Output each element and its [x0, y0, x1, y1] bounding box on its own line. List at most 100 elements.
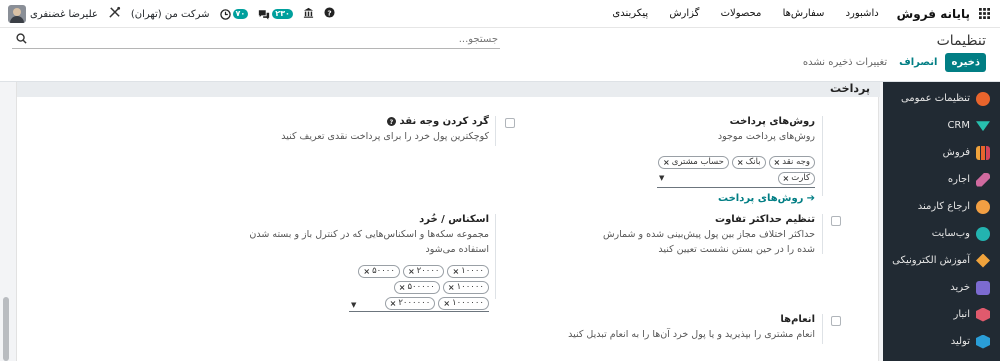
svg-text:?: ?	[390, 119, 394, 126]
dropdown-caret-icon[interactable]: ▼	[659, 174, 664, 182]
systray: علیرضا غضنفری شرکت من (تهران) ۷۰ ۲۳۰ ?	[8, 0, 335, 28]
search-input[interactable]	[38, 31, 498, 47]
tag[interactable]: وجه نقد ×	[768, 156, 815, 169]
sidebar-item-label: فروش	[942, 147, 970, 158]
form-actions: ذخیره انصراف تغییرات ذخیره نشده	[803, 53, 986, 72]
sidebar-item-manufacturing[interactable]: تولید	[883, 328, 1000, 355]
menu-dashboard[interactable]: داشبورد	[846, 8, 879, 19]
max-difference-checkbox[interactable]	[831, 216, 841, 226]
search-icon[interactable]	[16, 33, 27, 47]
coins-bills-field[interactable]: ۱۰۰۰۰ × ۲۰۰۰۰ × ۵۰۰۰۰ × ۱۰۰۰۰۰ × ۵۰۰۰۰۰ × ۱۰۰…	[349, 265, 489, 312]
elearning-icon	[976, 253, 990, 268]
sidebar-item-rental[interactable]: اجاره	[883, 166, 1000, 193]
sidebar-item-referral[interactable]: ارجاع کارمند	[883, 193, 1000, 220]
remove-tag-icon[interactable]: ×	[737, 157, 744, 168]
sidebar-item-label: وب‌سایت	[931, 228, 970, 239]
tag[interactable]: ۱۰۰۰۰۰۰ ×	[438, 297, 489, 310]
tag[interactable]: ۵۰۰۰۰۰ ×	[393, 281, 440, 294]
setting-tips: انعام‌ها انعام مشتری را بپذیرید و یا پول…	[557, 314, 815, 342]
website-icon	[976, 226, 990, 241]
sales-icon	[976, 145, 990, 160]
settings-content[interactable]: پرداخت روش‌های پرداخت روش‌های پرداخت موج…	[0, 82, 883, 361]
debug-tools-icon[interactable]	[108, 6, 121, 22]
company-switcher[interactable]: شرکت من (تهران)	[131, 9, 210, 20]
tag[interactable]: ۱۰۰۰۰۰ ×	[442, 281, 489, 294]
dropdown-caret-icon[interactable]: ▼	[351, 301, 356, 309]
general-settings-icon	[976, 91, 990, 106]
setting-description: مجموعه سکه‌ها و اسکناس‌هایی که در کنترل …	[249, 229, 489, 255]
setting-title: انعام‌ها	[780, 314, 815, 325]
tag[interactable]: ۱۰۰۰۰ ×	[447, 265, 489, 278]
sidebar-item-inventory[interactable]: انبار	[883, 301, 1000, 328]
sidebar-item-label: انبار	[953, 309, 970, 320]
pos-shop-icon[interactable]	[303, 7, 314, 21]
payment-methods-field[interactable]: وجه نقد × بانک × حساب مشتری × کارت × ▼	[657, 156, 815, 188]
sidebar-item-label: تولید	[950, 336, 970, 347]
activity-count-badge: ۷۰	[232, 9, 249, 19]
messages-button[interactable]: ۲۳۰	[258, 9, 293, 20]
user-name: علیرضا غضنفری	[30, 8, 98, 20]
divider	[495, 116, 496, 146]
scrollbar[interactable]	[3, 297, 9, 361]
menu-products[interactable]: محصولات	[721, 8, 762, 19]
cash-rounding-checkbox[interactable]	[505, 118, 515, 128]
setting-coins-bills: اسکناس / خُرد مجموعه سکه‌ها و اسکناس‌های…	[217, 214, 489, 312]
setting-title: اسکناس / خُرد	[419, 214, 489, 225]
settings-sheet: پرداخت روش‌های پرداخت روش‌های پرداخت موج…	[16, 82, 880, 361]
remove-tag-icon[interactable]: ×	[443, 298, 450, 309]
payment-methods-link[interactable]: ➔ روش‌های پرداخت	[657, 193, 815, 204]
menu-configuration[interactable]: پیکربندی	[612, 8, 648, 19]
referral-icon	[976, 199, 990, 214]
sidebar-item-crm[interactable]: CRM	[883, 112, 1000, 139]
arrow-right-icon: ➔	[806, 193, 815, 204]
sidebar-item-elearning[interactable]: آموزش الکترونیکی	[883, 247, 1000, 274]
sidebar-item-website[interactable]: وب‌سایت	[883, 220, 1000, 247]
menu-orders[interactable]: سفارش‌ها	[783, 8, 825, 19]
setting-description: روش‌های پرداخت موجود	[717, 131, 815, 142]
remove-tag-icon[interactable]: ×	[363, 266, 370, 277]
sidebar-item-sales[interactable]: فروش	[883, 139, 1000, 166]
search-bar	[12, 31, 500, 49]
activity-button[interactable]: ۷۰	[219, 8, 249, 20]
setting-payment-methods: روش‌های پرداخت روش‌های پرداخت موجود وجه …	[657, 116, 815, 204]
remove-tag-icon[interactable]: ×	[663, 157, 670, 168]
sidebar-item-label: اجاره	[947, 174, 970, 185]
sidebar-item-label: آموزش الکترونیکی	[892, 255, 970, 266]
menu-reporting[interactable]: گزارش	[669, 8, 699, 19]
tips-checkbox[interactable]	[831, 316, 841, 326]
control-panel: تنظیمات ذخیره انصراف تغییرات ذخیره نشده	[0, 28, 1000, 82]
app-brand[interactable]: پایانه فروش	[897, 7, 970, 21]
remove-tag-icon[interactable]: ×	[783, 173, 790, 184]
unsaved-changes-label: تغییرات ذخیره نشده	[802, 57, 888, 68]
remove-tag-icon[interactable]: ×	[408, 266, 415, 277]
tag[interactable]: ۲۰۰۰۰۰۰ ×	[384, 297, 436, 310]
remove-tag-icon[interactable]: ×	[452, 266, 459, 277]
tag[interactable]: ۲۰۰۰۰ ×	[402, 265, 445, 278]
setting-title: تنظیم حداکثر تفاوت	[715, 214, 815, 225]
user-menu[interactable]: علیرضا غضنفری	[8, 5, 98, 23]
setting-title: گرد کردن وجه نقد	[399, 116, 489, 127]
divider	[822, 314, 823, 344]
remove-tag-icon[interactable]: ×	[390, 298, 397, 309]
tag[interactable]: ۵۰۰۰۰ ×	[358, 265, 400, 278]
tag[interactable]: بانک ×	[731, 156, 766, 169]
sidebar-item-purchase[interactable]: خرید	[883, 274, 1000, 301]
chat-icon	[259, 9, 270, 20]
page-title: تنظیمات	[936, 33, 986, 49]
tag[interactable]: حساب مشتری ×	[658, 156, 729, 169]
purchase-icon	[976, 280, 990, 295]
sidebar-item-general-settings[interactable]: تنظیمات عمومی	[883, 85, 1000, 112]
settings-sidebar: تنظیمات عمومی CRM فروش اجاره ارجاع کارمن…	[883, 82, 1000, 361]
remove-tag-icon[interactable]: ×	[399, 282, 406, 293]
tag[interactable]: کارت ×	[777, 172, 815, 185]
sidebar-item-label: ارجاع کارمند	[917, 201, 970, 212]
remove-tag-icon[interactable]: ×	[774, 157, 781, 168]
divider	[495, 214, 496, 299]
apps-menu-icon[interactable]	[976, 6, 992, 22]
help-icon[interactable]: ?	[324, 7, 335, 21]
save-button[interactable]: ذخیره	[945, 53, 986, 72]
discard-button[interactable]: انصراف	[895, 53, 941, 72]
info-icon[interactable]: ?	[387, 117, 397, 126]
sidebar-item-label: تنظیمات عمومی	[900, 93, 970, 104]
remove-tag-icon[interactable]: ×	[448, 282, 455, 293]
